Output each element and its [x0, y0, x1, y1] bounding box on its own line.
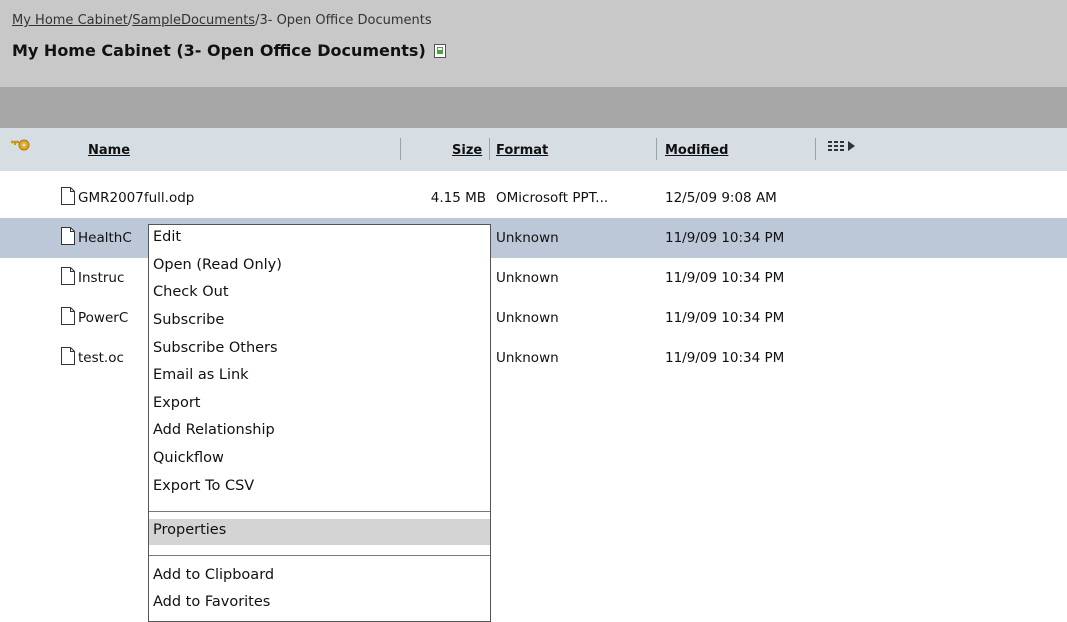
- breadcrumb-current: 3- Open Office Documents: [259, 13, 432, 28]
- file-size: 4.15 MB: [430, 190, 486, 206]
- page-title: My Home Cabinet (3- Open Office Document…: [12, 41, 426, 60]
- breadcrumb: My Home Cabinet/SampleDocuments/3- Open …: [12, 13, 432, 28]
- menu-item-label: Properties: [153, 522, 227, 538]
- file-modified: 11/9/09 10:34 PM: [665, 350, 785, 366]
- menu-item-label: Export To CSV: [153, 478, 255, 494]
- toolbar-bar: [0, 87, 1067, 128]
- column-divider[interactable]: [400, 138, 401, 160]
- document-icon[interactable]: [433, 43, 446, 58]
- menu-item-label: Subscribe Others: [153, 340, 278, 356]
- menu-item-export[interactable]: Export: [149, 392, 490, 418]
- menu-item-label: Add to Clipboard: [153, 567, 275, 583]
- menu-item-add-relationship[interactable]: Add Relationship: [149, 419, 490, 445]
- menu-item-properties[interactable]: Properties: [149, 519, 490, 545]
- menu-item-check-out[interactable]: Check Out: [149, 281, 490, 307]
- file-modified: 11/9/09 10:34 PM: [665, 270, 785, 286]
- menu-item-add-to-clipboard[interactable]: Add to Clipboard: [149, 564, 490, 590]
- context-menu: Edit Open (Read Only) Check Out Subscrib…: [148, 224, 491, 622]
- file-icon: [61, 227, 75, 249]
- menu-item-subscribe-others[interactable]: Subscribe Others: [149, 337, 490, 363]
- file-icon: [61, 307, 75, 329]
- column-format[interactable]: Format: [496, 143, 548, 158]
- menu-item-edit[interactable]: Edit: [149, 226, 490, 252]
- menu-item-label: Quickflow: [153, 450, 224, 466]
- breadcrumb-home-cabinet[interactable]: My Home Cabinet: [12, 13, 128, 28]
- breadcrumb-sample-documents[interactable]: SampleDocuments: [132, 13, 255, 28]
- menu-item-label: Add Relationship: [153, 422, 275, 438]
- file-format: OMicrosoft PPT...: [496, 190, 609, 206]
- column-size[interactable]: Size: [452, 143, 482, 158]
- column-chooser-icon[interactable]: [828, 140, 862, 158]
- file-modified: 11/9/09 10:34 PM: [665, 310, 785, 326]
- column-divider[interactable]: [656, 138, 657, 160]
- file-icon: [61, 347, 75, 369]
- column-name[interactable]: Name: [88, 143, 130, 158]
- menu-separator: [149, 511, 490, 512]
- menu-item-quickflow[interactable]: Quickflow: [149, 447, 490, 473]
- file-name[interactable]: test.oc: [78, 350, 124, 366]
- menu-item-add-to-favorites[interactable]: Add to Favorites: [149, 591, 490, 617]
- column-divider[interactable]: [815, 138, 816, 160]
- menu-item-label: Edit: [153, 229, 182, 245]
- file-name[interactable]: GMR2007full.odp: [78, 190, 194, 206]
- menu-separator: [149, 555, 490, 556]
- menu-item-label: Add to Favorites: [153, 594, 271, 610]
- file-name[interactable]: Instruc: [78, 270, 124, 286]
- menu-item-label: Export: [153, 395, 201, 411]
- file-icon: [61, 187, 75, 209]
- file-format: Unknown: [496, 310, 559, 326]
- menu-item-subscribe[interactable]: Subscribe: [149, 309, 490, 335]
- menu-item-email-as-link[interactable]: Email as Link: [149, 364, 490, 390]
- file-format: Unknown: [496, 350, 559, 366]
- file-modified: 11/9/09 10:34 PM: [665, 230, 785, 246]
- file-format: Unknown: [496, 230, 559, 246]
- key-icon: [10, 138, 32, 156]
- menu-item-label: Check Out: [153, 284, 229, 300]
- menu-item-export-to-csv[interactable]: Export To CSV: [149, 475, 490, 501]
- menu-item-open-read-only[interactable]: Open (Read Only): [149, 254, 490, 280]
- file-icon: [61, 267, 75, 289]
- page-header: My Home Cabinet/SampleDocuments/3- Open …: [0, 0, 1067, 87]
- file-format: Unknown: [496, 270, 559, 286]
- file-name[interactable]: HealthC: [78, 230, 132, 246]
- file-name[interactable]: PowerC: [78, 310, 128, 326]
- column-header: Name Size Format Modified: [0, 128, 1067, 171]
- column-modified[interactable]: Modified: [665, 143, 728, 158]
- table-row[interactable]: GMR2007full.odp 4.15 MB OMicrosoft PPT..…: [0, 178, 1067, 218]
- menu-item-label: Email as Link: [153, 367, 249, 383]
- column-divider[interactable]: [489, 138, 490, 160]
- menu-item-label: Subscribe: [153, 312, 225, 328]
- file-modified: 12/5/09 9:08 AM: [665, 190, 777, 206]
- menu-item-label: Open (Read Only): [153, 257, 282, 273]
